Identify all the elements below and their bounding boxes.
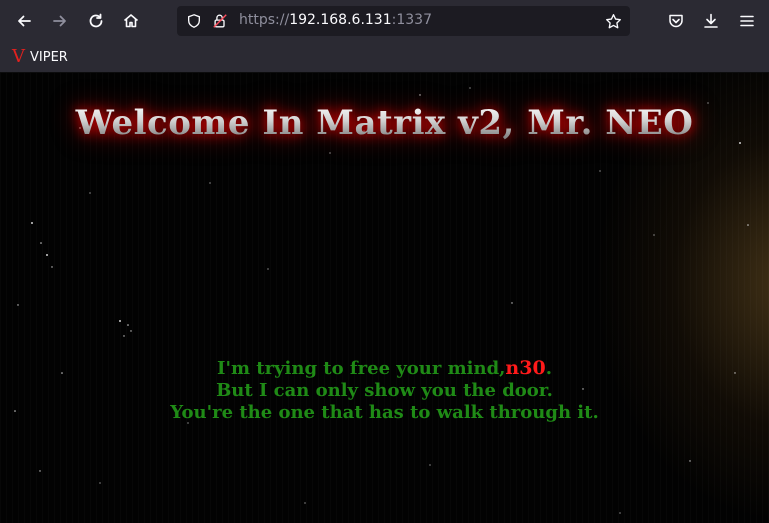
pocket-icon [669,14,683,28]
message-line-1-end: . [545,358,552,379]
message-line-2: But I can only show you the door. [216,380,553,401]
home-icon [123,14,139,28]
viper-logo-icon: V [12,46,25,67]
reload-icon [89,13,103,28]
back-button[interactable] [10,7,38,35]
message-line-1: I'm trying to free your mind,n30. [0,357,769,380]
url-host: 192.168.6.131 [289,12,392,28]
page-content: Welcome In Matrix v2, Mr. NEO I'm trying… [0,73,769,523]
arrow-left-icon [18,15,31,27]
matrix-message: I'm trying to free your mind,n30. But I … [0,357,769,424]
bookmark-label: VIPER [30,49,68,65]
url-text[interactable]: https://192.168.6.131:1337 [239,12,432,28]
page-title: Welcome In Matrix v2, Mr. NEO [0,103,769,143]
home-button[interactable] [117,7,145,35]
insecure-lock-icon[interactable] [211,12,229,30]
arrow-right-icon [53,15,66,27]
highlight-username: n30 [505,357,546,379]
url-port: :1337 [391,12,432,28]
reload-button[interactable] [82,7,110,35]
message-line-1-text: I'm trying to free your mind, [217,358,506,379]
hamburger-menu-icon [740,15,754,27]
menu-button[interactable] [733,7,761,35]
message-line-3: You're the one that has to walk through … [170,402,599,423]
forward-button[interactable] [46,7,74,35]
browser-toolbar: https://192.168.6.131:1337 [0,0,769,42]
downloads-button[interactable] [697,7,725,35]
address-bar[interactable]: https://192.168.6.131:1337 [177,6,630,36]
bookmark-viper[interactable]: V VIPER [12,47,68,67]
download-icon [704,13,718,28]
bookmark-star-icon[interactable] [604,12,622,30]
shield-icon[interactable] [185,12,203,30]
url-scheme: https:// [239,12,290,28]
bookmarks-toolbar: V VIPER [0,42,769,73]
pocket-button[interactable] [662,7,690,35]
